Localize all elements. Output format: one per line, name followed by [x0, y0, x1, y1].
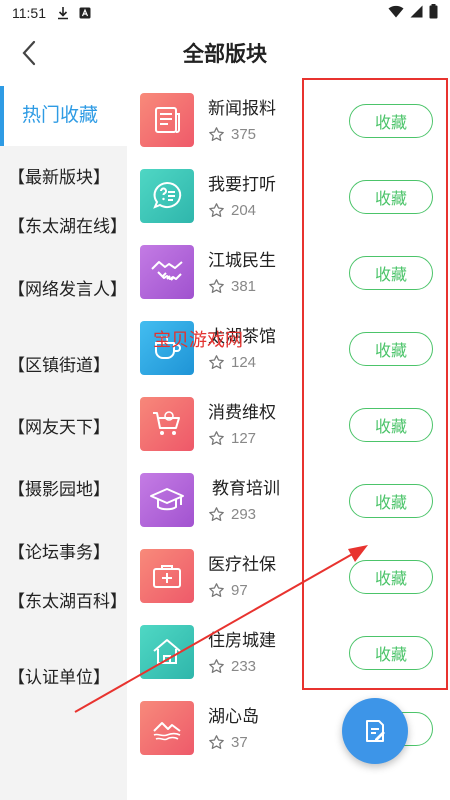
forum-name: 我要打听 — [208, 175, 276, 194]
forum-name: 江城民生 — [208, 251, 276, 270]
sidebar-item-dongtaihu-online[interactable]: 【东太湖在线】 — [0, 212, 127, 241]
back-button[interactable] — [12, 36, 46, 70]
favorite-button[interactable]: 收藏 — [349, 332, 433, 366]
star-icon — [209, 507, 224, 522]
sidebar-item-label: 【认证单位】 — [8, 668, 110, 687]
edit-note-icon — [366, 720, 385, 742]
star-icon — [209, 735, 224, 750]
battery-icon — [429, 4, 438, 22]
sidebar-item-label: 【摄影园地】 — [8, 480, 110, 499]
forum-row[interactable]: 我要打听 204 收藏 — [127, 162, 450, 238]
sidebar-item-label: 【东太湖百科】 — [8, 592, 127, 611]
forum-name: 住房城建 — [208, 631, 276, 650]
download-icon — [56, 6, 70, 20]
star-icon — [209, 431, 224, 446]
category-sidebar: 热门收藏 【最新版块】 【东太湖在线】 【网络发言人】 【区镇街道】 【网友天下… — [0, 86, 127, 800]
forum-name: 教育培训 — [212, 479, 280, 498]
sidebar-item-districts[interactable]: 【区镇街道】 — [0, 351, 127, 380]
page-title: 全部版块 — [183, 43, 267, 66]
sidebar-item-spokesperson[interactable]: 【网络发言人】 — [0, 275, 127, 304]
star-icon — [209, 127, 224, 142]
sidebar-item-label: 【网络发言人】 — [8, 280, 127, 299]
forum-row[interactable]: 新闻报料 375 收藏 — [127, 86, 450, 162]
forum-count: 375 — [208, 126, 256, 143]
forum-count: 127 — [208, 430, 256, 447]
medical-kit-icon — [140, 549, 194, 603]
forum-count-value: 204 — [231, 202, 257, 219]
favorite-button[interactable]: 收藏 — [349, 256, 433, 290]
forum-count-value: 97 — [231, 582, 248, 599]
forum-count-value: 375 — [231, 126, 257, 143]
sidebar-item-label: 热门收藏 — [22, 105, 99, 126]
forum-count: 124 — [208, 354, 256, 371]
chat-question-icon — [140, 169, 194, 223]
compose-post-button[interactable] — [342, 698, 408, 764]
forum-name: 湖心岛 — [208, 707, 259, 726]
status-time: 11:51 — [12, 5, 46, 21]
forum-count: 233 — [208, 658, 256, 675]
forum-count-value: 127 — [231, 430, 257, 447]
sidebar-item-certified[interactable]: 【认证单位】 — [0, 663, 127, 692]
star-icon — [209, 659, 224, 674]
forum-count: 97 — [208, 582, 248, 599]
graduation-cap-icon — [140, 473, 194, 527]
forum-row[interactable]: 教育培训 293 收藏 — [127, 466, 450, 542]
forum-name: 医疗社保 — [208, 555, 276, 574]
forum-count-value: 124 — [231, 354, 257, 371]
sidebar-item-forum-affairs[interactable]: 【论坛事务】 — [0, 538, 127, 567]
sidebar-item-label: 【网友天下】 — [8, 418, 110, 437]
sidebar-item-hot-favorites[interactable]: 热门收藏 — [0, 86, 127, 146]
signal-icon — [410, 5, 423, 21]
favorite-button[interactable]: 收藏 — [349, 484, 433, 518]
star-icon — [209, 203, 224, 218]
forum-name: 新闻报料 — [208, 99, 276, 118]
island-icon — [140, 701, 194, 755]
watermark: 宝贝游戏网 — [153, 330, 243, 350]
sidebar-item-label: 【最新版块】 — [8, 168, 110, 187]
forum-name: 消费维权 — [208, 403, 276, 422]
forum-row[interactable]: 消费维权 127 收藏 — [127, 390, 450, 466]
shopping-cart-icon — [140, 397, 194, 451]
favorite-button[interactable]: 收藏 — [349, 560, 433, 594]
sidebar-item-encyclopedia[interactable]: 【东太湖百科】 — [0, 587, 127, 616]
wifi-icon — [388, 5, 404, 21]
house-icon — [140, 625, 194, 679]
favorite-button[interactable]: 收藏 — [349, 408, 433, 442]
newspaper-icon — [140, 93, 194, 147]
forum-count: 381 — [208, 278, 256, 295]
status-bar: 11:51 — [0, 0, 450, 26]
app-header: 全部版块 — [0, 26, 450, 80]
forum-count-value: 233 — [231, 658, 257, 675]
forum-count-value: 381 — [231, 278, 257, 295]
forum-count: 37 — [208, 734, 248, 751]
star-icon — [209, 583, 224, 598]
sidebar-item-label: 【东太湖在线】 — [8, 217, 127, 236]
sidebar-item-label: 【论坛事务】 — [8, 543, 110, 562]
forum-count: 293 — [208, 506, 256, 523]
handshake-icon — [140, 245, 194, 299]
favorite-button[interactable]: 收藏 — [349, 636, 433, 670]
sidebar-item-netizens[interactable]: 【网友天下】 — [0, 413, 127, 442]
forum-count-value: 293 — [231, 506, 257, 523]
forum-row[interactable]: 江城民生 381 收藏 — [127, 238, 450, 314]
sidebar-item-latest[interactable]: 【最新版块】 — [0, 163, 127, 192]
star-icon — [209, 355, 224, 370]
sidebar-item-photography[interactable]: 【摄影园地】 — [0, 475, 127, 504]
chevron-left-icon — [22, 40, 36, 66]
forum-count: 204 — [208, 202, 256, 219]
forum-row[interactable]: 住房城建 233 收藏 — [127, 618, 450, 694]
forum-list: 新闻报料 375 收藏 我要打听 204 收藏 江城民生 381 收藏 太湖茶馆… — [127, 86, 450, 800]
forum-row[interactable]: 医疗社保 97 收藏 — [127, 542, 450, 618]
star-icon — [209, 279, 224, 294]
notification-a-icon — [78, 6, 92, 20]
sidebar-item-label: 【区镇街道】 — [8, 356, 110, 375]
forum-count-value: 37 — [231, 734, 248, 751]
favorite-button[interactable]: 收藏 — [349, 104, 433, 138]
favorite-button[interactable]: 收藏 — [349, 180, 433, 214]
